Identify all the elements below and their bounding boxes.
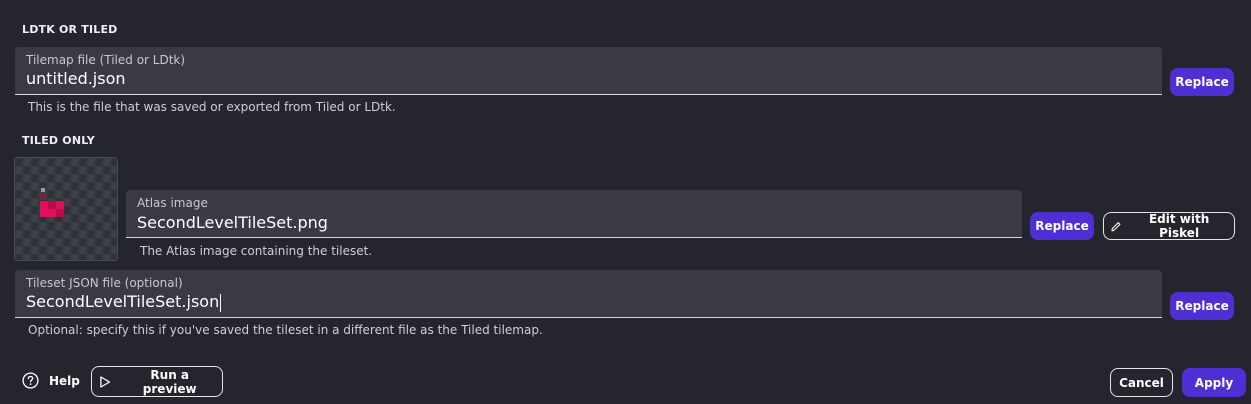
tilemap-helper-text: This is the file that was saved or expor…	[28, 100, 396, 114]
atlas-helper-text: The Atlas image containing the tileset.	[140, 244, 373, 258]
run-preview-button[interactable]: Run a preview	[91, 366, 223, 397]
tilemap-file-value[interactable]: untitled.json	[26, 69, 126, 88]
edit-with-piskel-label: Edit with Piskel	[1148, 212, 1210, 240]
play-icon	[100, 375, 111, 388]
tilemap-file-field[interactable]: Tilemap file (Tiled or LDtk) untitled.js…	[15, 47, 1162, 95]
tileset-json-label: Tileset JSON file (optional)	[26, 276, 183, 290]
tileset-preview-image	[40, 188, 64, 217]
cancel-button[interactable]: Cancel	[1110, 368, 1173, 397]
help-circle-icon	[22, 372, 39, 389]
tileset-replace-button[interactable]: Replace	[1170, 292, 1234, 320]
tilemap-replace-button[interactable]: Replace	[1170, 68, 1234, 96]
help-label: Help	[49, 373, 80, 388]
tileset-json-value[interactable]: SecondLevelTileSet.json	[26, 292, 222, 312]
pencil-icon	[1111, 221, 1121, 231]
atlas-image-value[interactable]: SecondLevelTileSet.png	[137, 213, 328, 232]
atlas-image-field[interactable]: Atlas image SecondLevelTileSet.png	[126, 190, 1022, 238]
tileset-json-value-text: SecondLevelTileSet.json	[26, 292, 220, 311]
text-cursor	[220, 293, 222, 312]
tileset-helper-text: Optional: specify this if you've saved t…	[28, 323, 543, 337]
edit-with-piskel-button[interactable]: Edit with Piskel	[1103, 212, 1235, 240]
run-preview-label: Run a preview	[142, 367, 197, 396]
help-button[interactable]: Help	[22, 372, 80, 389]
atlas-image-thumbnail	[14, 157, 118, 261]
tilemap-file-label: Tilemap file (Tiled or LDtk)	[26, 53, 186, 67]
section-title-ldtk-or-tiled: LDTK OR TILED	[22, 23, 118, 36]
section-title-tiled-only: TILED ONLY	[22, 134, 95, 147]
apply-button[interactable]: Apply	[1182, 368, 1246, 397]
atlas-image-label: Atlas image	[137, 196, 208, 210]
tileset-json-field[interactable]: Tileset JSON file (optional) SecondLevel…	[15, 270, 1162, 318]
atlas-replace-button[interactable]: Replace	[1030, 212, 1094, 240]
